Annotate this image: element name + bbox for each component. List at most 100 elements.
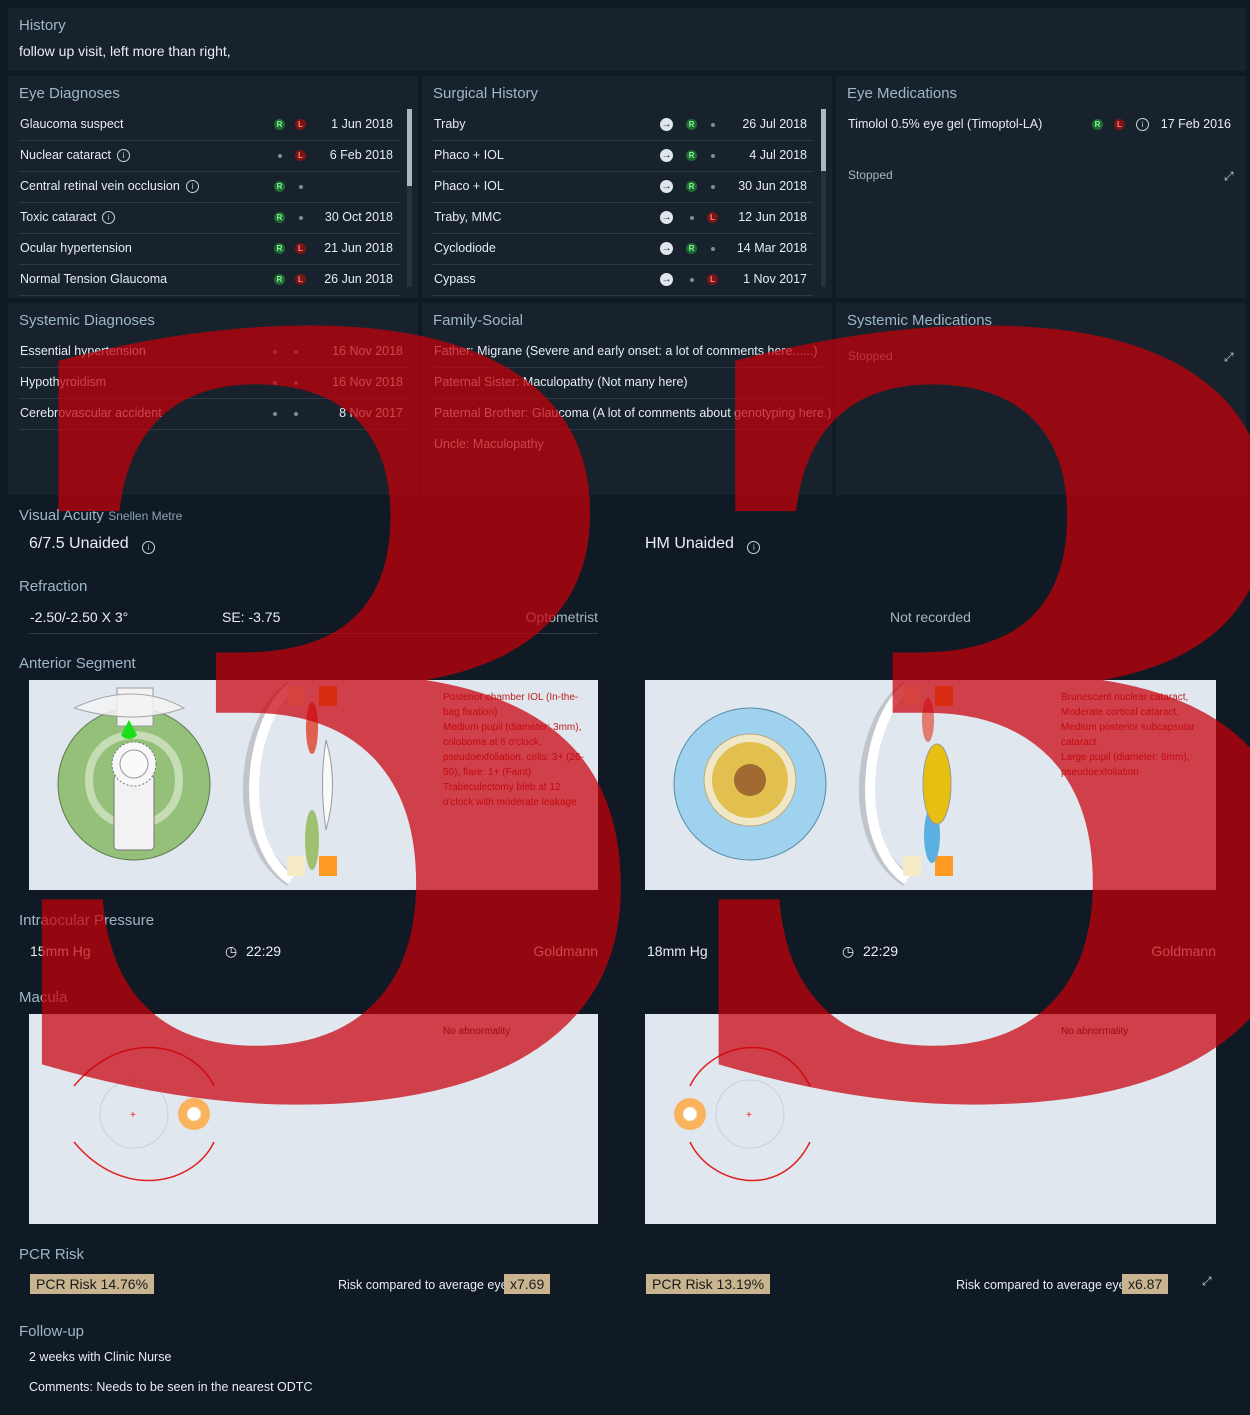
eye-diagnosis-row[interactable]: Ocular hypertension R L 21 Jun 2018 [19, 233, 399, 265]
surgery-date: 14 Mar 2018 [736, 241, 807, 255]
anterior-segment-right-diagram[interactable]: Posterior chamber IOL (In-the-bag fixati… [29, 680, 598, 890]
scroll-thumb[interactable] [407, 109, 412, 186]
arrow-right-icon[interactable]: → [660, 180, 673, 193]
surgical-history-panel: Surgical History Traby → R 26 Jul 2018 Phaco… [422, 76, 832, 298]
anterior-note: Brunescent nuclear cataract, Moderate co… [1061, 692, 1195, 748]
anterior-segment-left-diagram[interactable]: Brunescent nuclear cataract, Moderate co… [645, 680, 1216, 890]
arrow-right-icon[interactable]: → [660, 118, 673, 131]
expand-icon[interactable]: ⤢ [1224, 350, 1238, 364]
arrow-right-icon[interactable]: → [660, 149, 673, 162]
eye-diagnoses-scrollbar[interactable] [407, 109, 412, 287]
medication-date: 17 Feb 2016 [1160, 117, 1231, 131]
pcr-right-compare-value: x7.69 [504, 1274, 551, 1294]
info-icon[interactable]: i [747, 541, 761, 554]
arrow-right-icon[interactable]: → [660, 273, 673, 286]
eye-diagnosis-date: 1 Jun 2018 [331, 117, 393, 131]
family-social-row[interactable]: Uncle: Maculopathy [433, 429, 823, 460]
empty-eye-dot [294, 350, 298, 354]
pcr-left-risk: PCR Risk 13.19% [646, 1274, 771, 1294]
info-icon[interactable]: i [117, 149, 130, 162]
family-social-row[interactable]: Father: Migrane (Severe and early onset:… [433, 336, 823, 368]
info-icon[interactable]: i [102, 211, 115, 224]
systemic-diagnosis-label: Cerebrovascular accident [20, 406, 162, 420]
eye-diagnoses-panel: Eye Diagnoses Glaucoma suspect R L 1 Jun 20… [8, 76, 418, 298]
refraction-right-se: SE: -3.75 [222, 609, 281, 625]
left-eye-badge: L [295, 150, 306, 161]
eye-diagnosis-label: Glaucoma suspect [20, 117, 124, 131]
pcr-left-compare-label: Risk compared to average eye [956, 1278, 1126, 1292]
systemic-medications-stopped[interactable]: Stopped [848, 349, 893, 363]
eye-medications-panel: Eye Medications Timolol 0.5% eye gel (Ti… [836, 76, 1246, 298]
systemic-diagnosis-label: Hypothyroidism [20, 375, 107, 389]
refraction-right-source: Optometrist [525, 609, 598, 625]
surgery-row[interactable]: Cyclodiode → R 14 Mar 2018 [433, 233, 813, 265]
scroll-thumb[interactable] [821, 109, 826, 171]
macula-left-diagram[interactable]: + No abnormality [645, 1014, 1216, 1224]
info-icon[interactable]: i [1136, 118, 1149, 131]
surgery-row[interactable]: Traby → R 26 Jul 2018 [433, 109, 813, 141]
family-social-label: Father: Migrane (Severe and early onset:… [434, 344, 818, 358]
expand-icon[interactable]: ⤢ [1224, 169, 1238, 183]
pcr-title: PCR Risk [19, 1246, 85, 1263]
macula-right-note: No abnormality [443, 1026, 511, 1037]
macula-title: Macula [19, 989, 68, 1006]
surgical-history-scrollbar[interactable] [821, 109, 826, 287]
surgery-row[interactable]: Phaco + IOL → R 30 Jun 2018 [433, 171, 813, 203]
eye-diagnosis-date: 26 Jun 2018 [324, 272, 393, 286]
eye-medications-stopped[interactable]: Stopped [848, 168, 893, 182]
eye-diagnosis-row[interactable]: Nuclear cataract i L 6 Feb 2018 [19, 140, 399, 172]
left-eye-badge: L [295, 243, 306, 254]
surgical-history-title: Surgical History [433, 85, 539, 102]
systemic-diagnosis-date: 8 Nov 2017 [339, 406, 403, 420]
family-social-row[interactable]: Paternal Sister: Maculopathy (Not many h… [433, 367, 823, 399]
empty-eye-dot [294, 412, 298, 416]
eye-diagnosis-row[interactable]: Toxic cataract i R 30 Oct 2018 [19, 202, 399, 234]
empty-eye-dot [690, 278, 694, 282]
visual-acuity-title: Visual Acuity Snellen Metre [19, 507, 182, 525]
systemic-diagnosis-row[interactable]: Essential hypertension 16 Nov 2018 [19, 336, 409, 368]
surgery-label: Traby [434, 117, 466, 131]
history-panel: History follow up visit, left more than … [8, 8, 1246, 71]
surgery-date: 26 Jul 2018 [742, 117, 807, 131]
visual-acuity-left: HM Unaided i [645, 535, 761, 554]
eye-diagnosis-row[interactable]: Glaucoma suspect R L 1 Jun 2018 [19, 109, 399, 141]
systemic-diagnosis-date: 16 Nov 2018 [332, 344, 403, 358]
surgery-row[interactable]: Traby, MMC → L 12 Jun 2018 [433, 202, 813, 234]
left-eye-badge: L [707, 212, 718, 223]
anterior-note: Posterior chamber IOL (In-the-bag fixati… [443, 692, 579, 718]
iop-right-row: 15mm Hg ◷ 22:29 Goldmann [29, 935, 598, 967]
anterior-note: Medium pupil (diameter: 3mm), coloboma a… [443, 722, 584, 778]
right-eye-badge: R [686, 119, 697, 130]
empty-eye-dot [690, 216, 694, 220]
systemic-diagnosis-row[interactable]: Hypothyroidism 16 Nov 2018 [19, 367, 409, 399]
iop-left-value: 18mm Hg [647, 943, 708, 959]
empty-eye-dot [711, 185, 715, 189]
eye-diagnosis-label: Central retinal vein occlusion [20, 179, 180, 193]
eye-diagnosis-date: 21 Jun 2018 [324, 241, 393, 255]
family-social-row[interactable]: Paternal Brother: Glaucoma (A lot of com… [433, 398, 831, 430]
anterior-note: Large pupil (diameter: 6mm), pseudoexfol… [1061, 752, 1190, 778]
info-icon[interactable]: i [142, 541, 156, 554]
eye-diagnosis-row[interactable]: Central retinal vein occlusion i R [19, 171, 399, 203]
surgery-date: 1 Nov 2017 [743, 272, 807, 286]
history-text: follow up visit, left more than right, [19, 43, 231, 59]
svg-text:+: + [746, 1110, 752, 1121]
visual-acuity-right-value: 6/7.5 Unaided [29, 535, 129, 552]
refraction-right-row: -2.50/-2.50 X 3° SE: -3.75 Optometrist [29, 601, 598, 634]
surgery-row[interactable]: Cypass → L 1 Nov 2017 [433, 264, 813, 296]
info-icon[interactable]: i [186, 180, 199, 193]
systemic-diagnosis-row[interactable]: Cerebrovascular accident 8 Nov 2017 [19, 398, 409, 430]
arrow-right-icon[interactable]: → [660, 242, 673, 255]
eye-diagnosis-label: Toxic cataract [20, 210, 97, 224]
arrow-right-icon[interactable]: → [660, 211, 673, 224]
macula-right-diagram[interactable]: + No abnormality [29, 1014, 598, 1224]
eye-medications-title: Eye Medications [847, 85, 958, 102]
right-eye-badge: R [274, 119, 285, 130]
iop-left-row: 18mm Hg ◷ 22:29 Goldmann [646, 935, 1216, 967]
eye-diagnosis-row[interactable]: Normal Tension Glaucoma R L 26 Jun 2018 [19, 264, 399, 296]
right-eye-badge: R [1092, 119, 1103, 130]
expand-icon[interactable]: ⤢ [1202, 1274, 1216, 1288]
surgery-row[interactable]: Phaco + IOL → R 4 Jul 2018 [433, 140, 813, 172]
iop-left-time: 22:29 [863, 943, 899, 959]
medication-row[interactable]: Timolol 0.5% eye gel (Timoptol-LA) R L i… [847, 109, 1237, 140]
